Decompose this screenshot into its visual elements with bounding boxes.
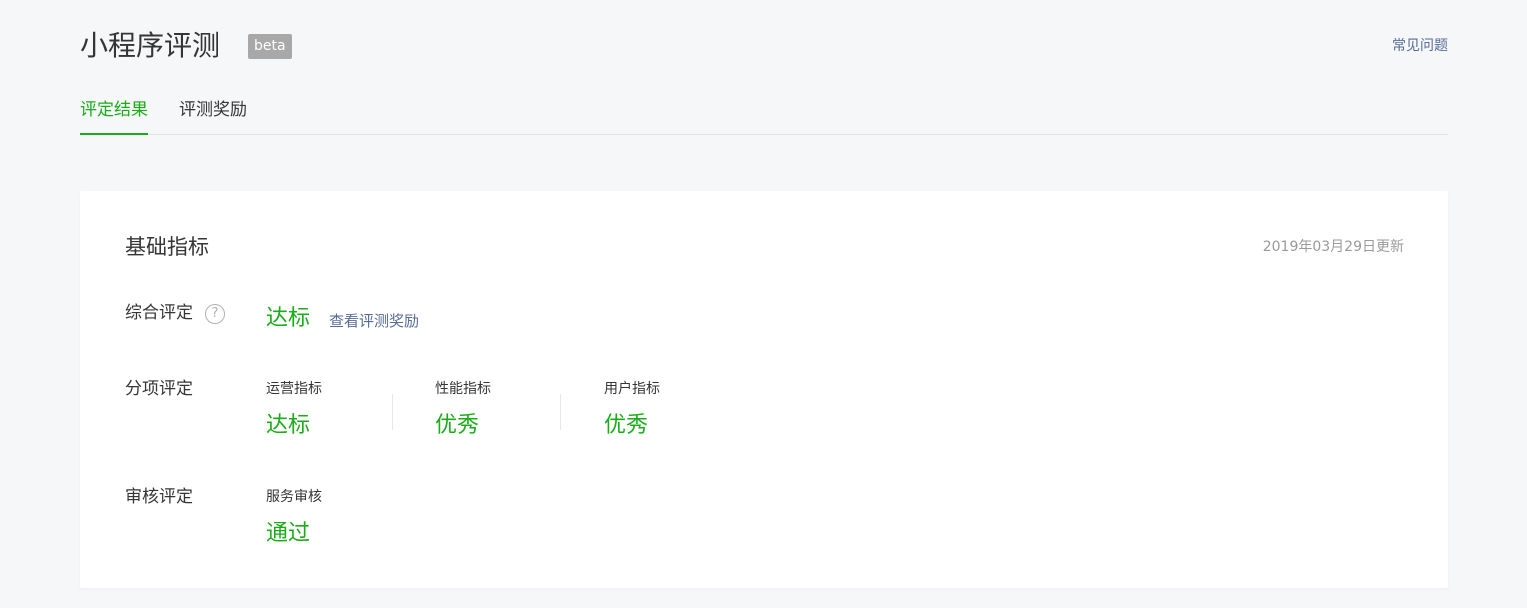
user-metric-label: 用户指标 [604,381,660,397]
basic-metrics-card: 基础指标 2019年03月29日更新 综合评定 ? 达标 查看评测奖励 分项评定… [80,191,1448,588]
beta-badge: beta [248,34,292,59]
service-review-value: 通过 [266,521,311,546]
update-time: 2019年03月29日更新 [1262,239,1404,255]
page-header: 小程序评测 beta 常见问题 [80,28,1448,64]
user-metric-value: 优秀 [604,413,649,438]
tab-evaluation-rewards[interactable]: 评测奖励 [179,94,247,134]
operation-metric-value: 达标 [266,413,311,438]
overall-rating-value: 达标 [266,306,311,331]
metric-divider [392,394,393,430]
service-review-label: 服务审核 [266,489,322,505]
tab-evaluation-results[interactable]: 评定结果 [80,94,148,135]
metric-divider [560,394,561,430]
faq-link[interactable]: 常见问题 [1392,36,1448,56]
section-title: 基础指标 [125,235,209,259]
operation-metric-label: 运营指标 [266,381,322,397]
overall-rating-label: 综合评定 [125,303,193,323]
question-circle-icon[interactable]: ? [205,304,225,324]
view-rewards-link[interactable]: 查看评测奖励 [329,310,419,332]
page-title: 小程序评测 [80,29,221,62]
performance-metric-value: 优秀 [435,413,480,438]
review-rating-label: 审核评定 [125,487,193,507]
breakdown-rating-label: 分项评定 [125,379,193,399]
performance-metric-label: 性能指标 [435,381,491,397]
tab-bar: 评定结果 评测奖励 [80,94,1448,135]
